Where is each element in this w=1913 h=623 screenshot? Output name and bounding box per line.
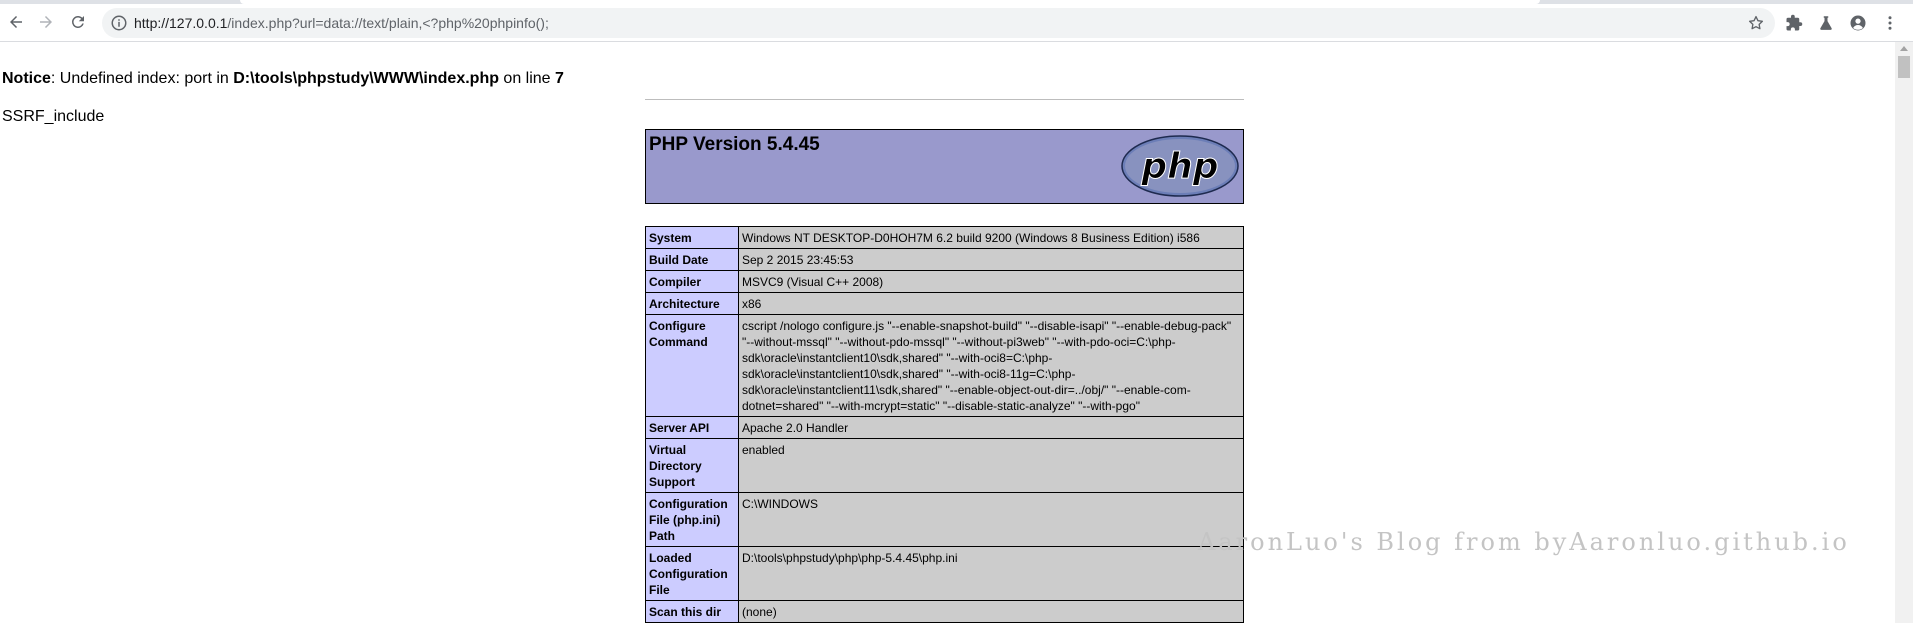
row-value: enabled xyxy=(738,438,1244,493)
row-key: Configure Command xyxy=(645,314,739,417)
notice-text: : Undefined index: port in xyxy=(50,70,234,87)
row-key: System xyxy=(645,226,739,249)
php-logo-text: php xyxy=(1140,146,1218,187)
notice-line-number: 7 xyxy=(555,70,564,87)
row-value: MSVC9 (Visual C++ 2008) xyxy=(738,270,1244,293)
back-icon xyxy=(10,16,22,28)
labs-button[interactable] xyxy=(1815,12,1837,34)
vertical-scrollbar[interactable] xyxy=(1895,42,1913,623)
table-row: Server API Apache 2.0 Handler xyxy=(645,416,1244,439)
labs-icon xyxy=(1820,16,1832,30)
scroll-up-arrow-icon[interactable] xyxy=(1900,46,1908,51)
php-logo[interactable]: php xyxy=(1120,134,1240,198)
phpinfo-header: PHP Version 5.4.45 php xyxy=(645,129,1244,204)
row-key: Compiler xyxy=(645,270,739,293)
profile-icon xyxy=(1850,15,1866,31)
table-row: Compiler MSVC9 (Visual C++ 2008) xyxy=(645,270,1244,293)
table-row: Loaded Configuration File D:\tools\phpstu… xyxy=(645,546,1244,601)
address-bar[interactable]: http://127.0.0.1/index.php?url=data://te… xyxy=(102,8,1775,38)
watermark: AaronLuo's Blog from byAaronluo.github.i… xyxy=(1198,528,1850,556)
row-key: Virtual Directory Support xyxy=(645,438,739,493)
forward-button[interactable] xyxy=(32,8,60,36)
output-text: SSRF_include xyxy=(2,108,105,125)
table-row: Architecture x86 xyxy=(645,292,1244,315)
browser-toolbar: http://127.0.0.1/index.php?url=data://te… xyxy=(0,4,1913,42)
row-key: Loaded Configuration File xyxy=(645,546,739,601)
row-value: Sep 2 2015 23:45:53 xyxy=(738,248,1244,271)
php-version: PHP Version 5.4.45 xyxy=(649,134,820,155)
menu-icon xyxy=(1888,16,1892,30)
table-row: System Windows NT DESKTOP-D0HOH7M 6.2 bui… xyxy=(645,226,1244,249)
row-key: Architecture xyxy=(645,292,739,315)
php-notice: Notice: Undefined index: port in D:\tool… xyxy=(2,70,564,88)
extensions-button[interactable] xyxy=(1783,12,1805,34)
table-row: Virtual Directory Support enabled xyxy=(645,438,1244,493)
notice-text-line: on line xyxy=(498,70,556,87)
table-row: Scan this dir (none) xyxy=(645,600,1244,623)
url-path: /index.php?url=data://text/plain,<?php%2… xyxy=(227,15,549,31)
back-button[interactable] xyxy=(2,8,30,36)
notice-file: D:\tools\phpstudy\WWW\index.php xyxy=(233,70,499,87)
extensions-icon xyxy=(1786,14,1803,31)
table-row: Configuration File (php.ini) Path C:\WIND… xyxy=(645,492,1244,547)
row-value: Windows NT DESKTOP-D0HOH7M 6.2 build 920… xyxy=(738,226,1244,249)
table-row: Build Date Sep 2 2015 23:45:53 xyxy=(645,248,1244,271)
row-value: cscript /nologo configure.js "--enable-s… xyxy=(738,314,1244,417)
profile-button[interactable] xyxy=(1847,12,1869,34)
star-icon[interactable] xyxy=(1747,14,1765,32)
row-key: Configuration File (php.ini) Path xyxy=(645,492,739,547)
divider xyxy=(645,99,1244,100)
url-host: http://127.0.0.1 xyxy=(134,15,228,31)
notice-label: Notice xyxy=(2,70,51,87)
reload-button[interactable] xyxy=(64,8,92,36)
row-value: (none) xyxy=(738,600,1244,623)
row-value: C:\WINDOWS xyxy=(738,492,1244,547)
row-key: Build Date xyxy=(645,248,739,271)
row-value: D:\tools\phpstudy\php\php-5.4.45\php.ini xyxy=(738,546,1244,601)
row-key: Server API xyxy=(645,416,739,439)
scrollbar-thumb[interactable] xyxy=(1898,56,1910,78)
table-row: Configure Command cscript /nologo configu… xyxy=(645,314,1244,417)
url-text[interactable]: http://127.0.0.1/index.php?url=data://te… xyxy=(134,8,549,38)
row-value: x86 xyxy=(738,292,1244,315)
phpinfo-table: System Windows NT DESKTOP-D0HOH7M 6.2 bui… xyxy=(645,226,1244,623)
row-key: Scan this dir xyxy=(645,600,739,623)
forward-icon xyxy=(40,16,52,28)
info-icon[interactable] xyxy=(110,14,128,32)
reload-icon xyxy=(71,15,84,28)
menu-button[interactable] xyxy=(1879,12,1901,34)
row-value: Apache 2.0 Handler xyxy=(738,416,1244,439)
